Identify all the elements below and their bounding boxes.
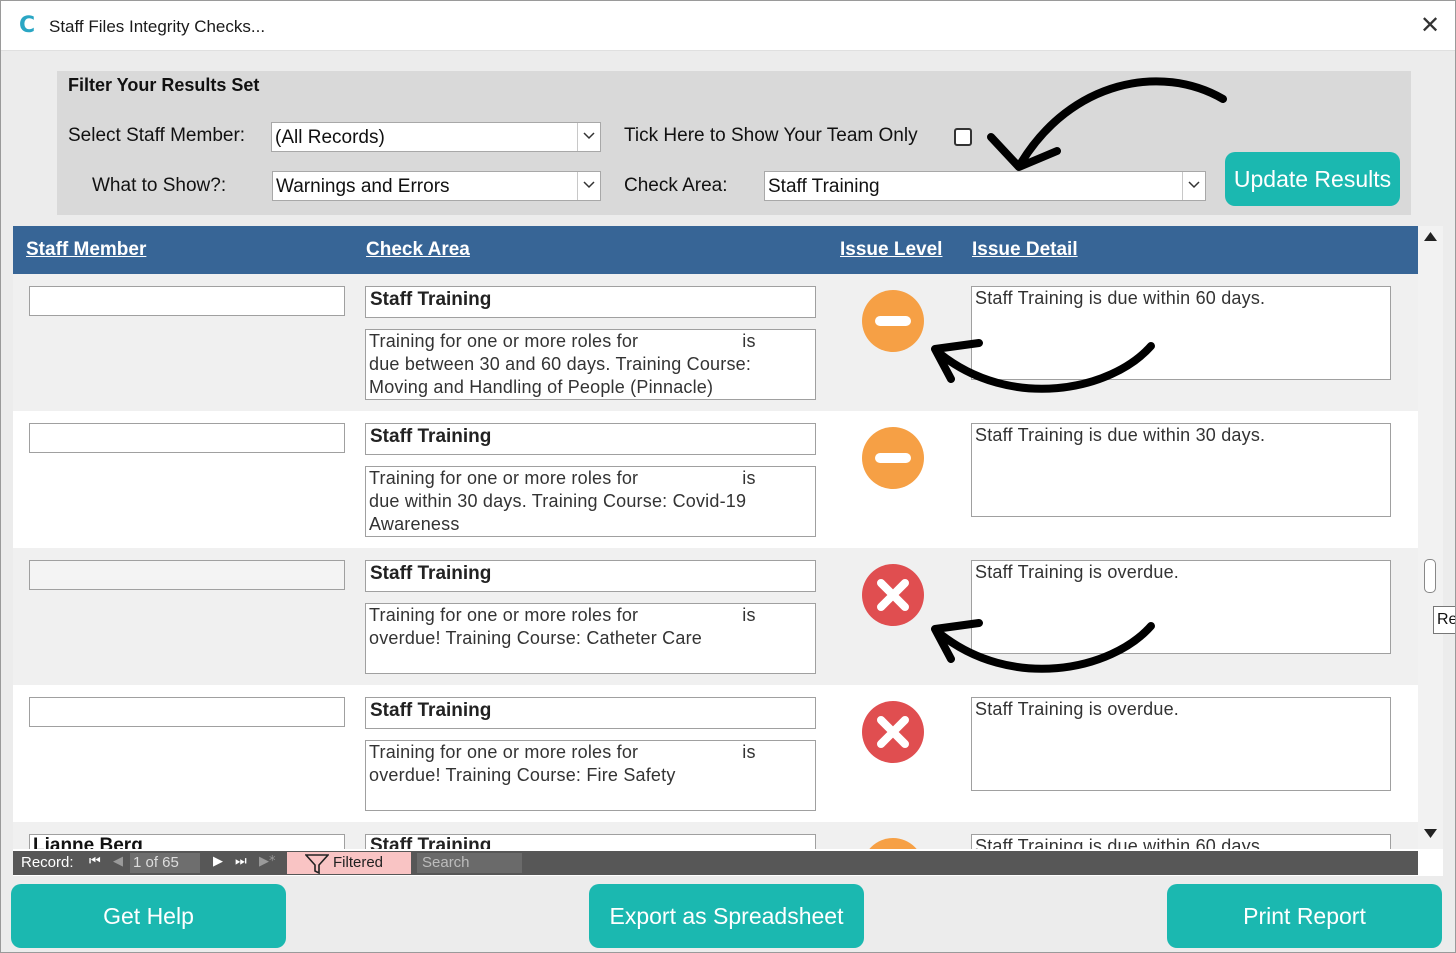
issue-detail-field[interactable]: Staff Training is overdue. <box>971 697 1391 791</box>
check-area-field[interactable]: Staff Training <box>365 834 816 849</box>
title-bar: C Staff Files Integrity Checks... ✕ <box>1 1 1455 51</box>
table-row[interactable]: Staff Training Training for one or more … <box>13 685 1418 822</box>
table-row[interactable]: Staff Training Training for one or more … <box>13 548 1418 685</box>
column-header-check-area[interactable]: Check Area <box>366 239 470 261</box>
check-area-select[interactable]: Staff Training <box>764 171 1206 201</box>
message-line: overdue! Training Course: Catheter Care <box>369 628 702 648</box>
staff-member-field[interactable]: Lianne Berg <box>29 834 345 849</box>
grid-header: Staff Member Check Area Issue Level Issu… <box>13 226 1418 274</box>
scroll-up-icon[interactable] <box>1424 232 1437 241</box>
check-area-field[interactable]: Staff Training <box>365 697 816 729</box>
check-area-label: Check Area: <box>624 175 728 196</box>
previous-record-icon[interactable]: ◀ <box>113 854 123 869</box>
message-line: Training for one or more roles for is <box>369 468 756 488</box>
table-row[interactable]: Staff Training Training for one or more … <box>13 411 1418 548</box>
record-search-input[interactable]: Search <box>417 853 522 873</box>
app-logo-icon: C <box>19 13 36 38</box>
print-report-button[interactable]: Print Report <box>1167 884 1442 948</box>
message-line: overdue! Training Course: Fire Safety <box>369 765 676 785</box>
staff-member-field[interactable] <box>29 697 345 727</box>
vertical-scrollbar[interactable] <box>1418 226 1443 849</box>
issue-message-field[interactable]: Training for one or more roles for is ov… <box>365 603 816 674</box>
scrollbar-thumb[interactable] <box>1424 559 1436 593</box>
results-grid: Staff Member Check Area Issue Level Issu… <box>13 226 1443 876</box>
record-position[interactable]: 1 of 65 <box>130 853 200 873</box>
message-line: due within 30 days. Training Course: Cov… <box>369 491 747 511</box>
check-area-field[interactable]: Staff Training <box>365 286 816 318</box>
new-record-icon[interactable]: ▶* <box>259 854 276 869</box>
staff-member-field[interactable] <box>29 560 345 590</box>
issue-message-field[interactable]: Training for one or more roles for is ov… <box>365 740 816 811</box>
message-line: due between 30 and 60 days. Training Cou… <box>369 354 752 374</box>
table-row[interactable]: Lianne Berg Staff Training Staff Trainin… <box>13 822 1418 849</box>
error-x-circle-icon <box>862 701 924 763</box>
chevron-down-icon[interactable] <box>577 172 600 200</box>
what-to-show-label: What to Show?: <box>92 175 227 196</box>
record-label: Record: <box>21 854 74 871</box>
check-area-value: Staff Training <box>768 176 880 197</box>
staff-member-select[interactable]: (All Records) <box>271 122 601 152</box>
filter-toggle-button[interactable]: Filtered <box>287 852 411 874</box>
issue-message-field[interactable]: Training for one or more roles for is du… <box>365 329 816 400</box>
issue-detail-field[interactable]: Staff Training is due within 30 days. <box>971 423 1391 517</box>
update-results-button[interactable]: Update Results <box>1225 152 1400 206</box>
what-to-show-select[interactable]: Warnings and Errors <box>272 171 601 201</box>
message-line: Training for one or more roles for is <box>369 331 756 351</box>
warning-minus-circle-icon <box>869 838 917 849</box>
message-line: Awareness <box>369 514 460 534</box>
last-record-icon[interactable]: ⏭ <box>235 854 247 869</box>
chevron-down-icon[interactable] <box>1182 172 1205 200</box>
column-header-issue-level[interactable]: Issue Level <box>840 239 942 261</box>
window-title: Staff Files Integrity Checks... <box>49 17 266 36</box>
integrity-checks-window: C Staff Files Integrity Checks... ✕ Filt… <box>0 0 1456 953</box>
staff-member-field[interactable] <box>29 286 345 316</box>
issue-detail-field[interactable]: Staff Training is due within 60 days. <box>971 286 1391 380</box>
team-only-checkbox[interactable] <box>954 128 972 146</box>
scroll-down-icon[interactable] <box>1424 829 1437 838</box>
message-line: Training for one or more roles for is <box>369 742 756 762</box>
message-line: Training for one or more roles for is <box>369 605 756 625</box>
funnel-icon <box>305 854 329 874</box>
issue-detail-field[interactable]: Staff Training is due within 60 days. <box>971 834 1391 849</box>
export-spreadsheet-button[interactable]: Export as Spreadsheet <box>589 884 864 948</box>
what-to-show-value: Warnings and Errors <box>276 176 450 197</box>
next-record-icon[interactable]: ▶ <box>213 854 223 869</box>
filter-heading: Filter Your Results Set <box>68 75 260 95</box>
side-tooltip: Re <box>1433 606 1455 634</box>
warning-minus-circle-icon <box>862 290 924 352</box>
error-x-circle-icon <box>862 564 924 626</box>
close-icon[interactable]: ✕ <box>1417 11 1443 39</box>
warning-minus-circle-icon <box>862 427 924 489</box>
chevron-down-icon[interactable] <box>577 123 600 151</box>
table-row[interactable]: Staff Training Training for one or more … <box>13 274 1418 411</box>
message-line: Moving and Handling of People (Pinnacle) <box>369 377 714 397</box>
check-area-field[interactable]: Staff Training <box>365 560 816 592</box>
grid-rows: Staff Training Training for one or more … <box>13 274 1418 849</box>
first-record-icon[interactable]: ⏮ <box>89 854 101 869</box>
column-header-staff-member[interactable]: Staff Member <box>26 239 146 261</box>
issue-detail-field[interactable]: Staff Training is overdue. <box>971 560 1391 654</box>
issue-message-field[interactable]: Training for one or more roles for is du… <box>365 466 816 537</box>
column-header-issue-detail[interactable]: Issue Detail <box>972 239 1078 261</box>
check-area-field[interactable]: Staff Training <box>365 423 816 455</box>
record-navigation-bar: Record: ⏮ ◀ 1 of 65 ▶ ⏭ ▶* Filtered Sear… <box>13 851 1418 875</box>
staff-member-value: (All Records) <box>275 127 385 148</box>
filter-panel: Filter Your Results Set Select Staff Mem… <box>57 71 1411 215</box>
staff-member-field[interactable] <box>29 423 345 453</box>
filter-state-label: Filtered <box>333 854 384 871</box>
staff-member-label: Select Staff Member: <box>68 125 246 146</box>
team-only-label: Tick Here to Show Your Team Only <box>624 125 918 146</box>
get-help-button[interactable]: Get Help <box>11 884 286 948</box>
